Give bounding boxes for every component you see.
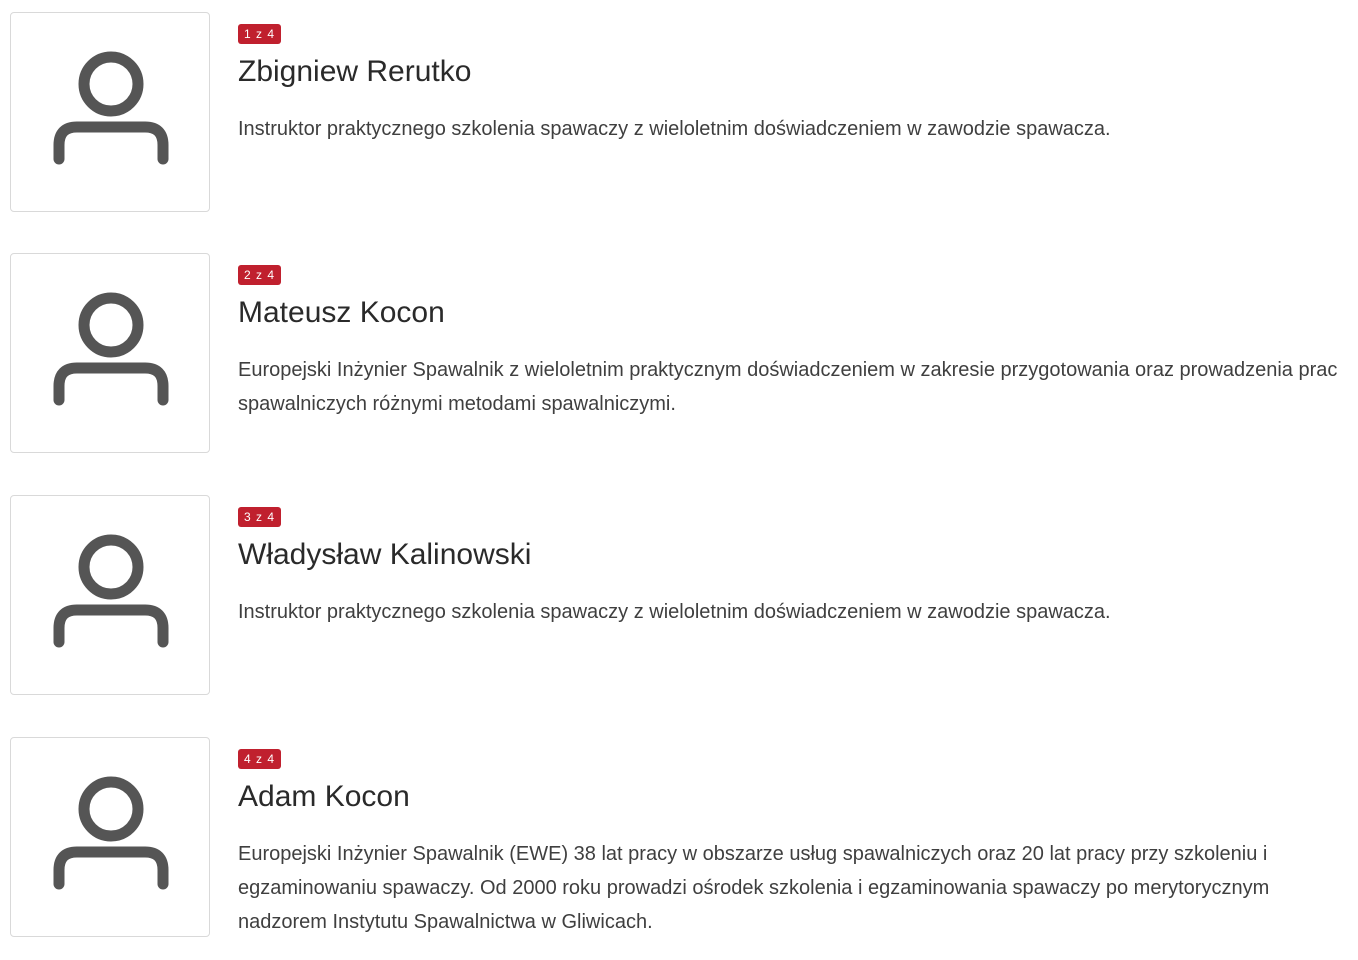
avatar [10,253,210,453]
member-name: Władysław Kalinowski [238,538,532,571]
slide-counter-badge: 2 z 4 [238,265,282,285]
avatar [10,495,210,695]
member-name: Zbigniew Rerutko [238,55,472,88]
slide-counter-badge: 1 z 4 [238,24,282,44]
member-name: Adam Kocon [238,780,410,813]
user-placeholder-icon [53,292,169,406]
slide-counter-badge: 3 z 4 [238,507,282,527]
member-info: 4 z 4 Adam Kocon Europejski Inżynier Spa… [238,749,1358,939]
slide-counter-badge: 4 z 4 [238,749,282,769]
user-placeholder-icon [53,776,169,890]
avatar [10,737,210,937]
user-placeholder-icon [53,51,169,165]
member-info: 1 z 4 Zbigniew Rerutko Instruktor prakty… [238,24,1358,146]
member-description: Instruktor praktycznego szkolenia spawac… [238,601,1111,623]
member-description: Instruktor praktycznego szkolenia spawac… [238,118,1111,140]
member-description: Europejski Inżynier Spawalnik z wielolet… [238,359,1338,415]
member-description: Europejski Inżynier Spawalnik (EWE) 38 l… [238,843,1270,933]
member-info: 2 z 4 Mateusz Kocon Europejski Inżynier … [238,265,1358,421]
member-name: Mateusz Kocon [238,296,445,329]
member-info: 3 z 4 Władysław Kalinowski Instruktor pr… [238,507,1358,629]
avatar [10,12,210,212]
user-placeholder-icon [53,534,169,648]
